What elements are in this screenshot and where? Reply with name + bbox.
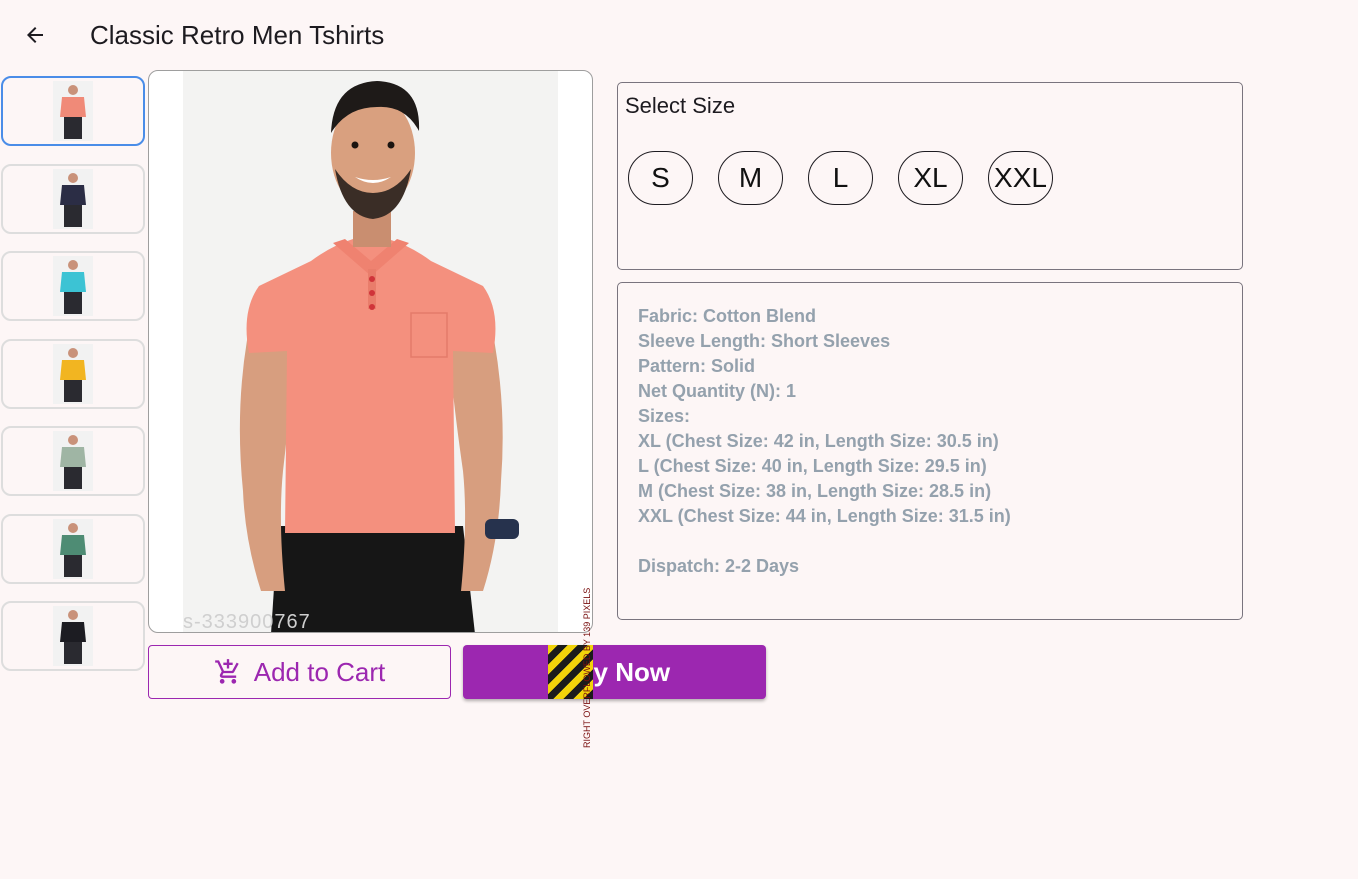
main-product-image: s-333900767 (148, 70, 593, 633)
app-bar: Classic Retro Men Tshirts (0, 0, 1358, 70)
add-to-cart-label: Add to Cart (253, 656, 386, 687)
size-selector-title: Select Size (625, 93, 736, 118)
back-button[interactable] (14, 14, 56, 56)
product-description: Fabric: Cotton Blend Sleeve Length: Shor… (638, 304, 1011, 579)
thumbnail-sage-polo[interactable] (1, 426, 145, 496)
thumbnail-image (53, 168, 93, 229)
thumbnail-mustard-polo[interactable] (1, 338, 145, 409)
size-chip-m[interactable]: M (718, 151, 783, 205)
thumbnail-image (53, 343, 93, 404)
thumbnail-image (53, 256, 93, 316)
description-line: Sleeve Length: Short Sleeves (638, 331, 891, 351)
description-line: Sizes: (638, 406, 691, 426)
description-line: Fabric: Cotton Blend (638, 306, 816, 326)
product-photo (183, 71, 558, 632)
description-line: M (Chest Size: 38 in, Length Size: 28.5 … (638, 481, 992, 501)
description-line (638, 529, 1011, 554)
thumbnail-navy-polo[interactable] (1, 163, 145, 234)
image-watermark: s-333900767 (183, 611, 311, 633)
description-line: Dispatch: 2-2 Days (638, 556, 800, 576)
thumbnail-black-polo[interactable] (1, 601, 145, 671)
overflow-warning-text: RIGHT OVERFLOWED BY 139 PIXELS (582, 587, 592, 748)
product-description-card: Fabric: Cotton Blend Sleeve Length: Shor… (617, 282, 1243, 620)
description-line: XXL (Chest Size: 44 in, Length Size: 31.… (638, 506, 1011, 526)
size-selector-card: Select Size S M L XL XXL (617, 82, 1243, 270)
size-chip-l[interactable]: L (808, 151, 873, 205)
description-line: XL (Chest Size: 42 in, Length Size: 30.5… (638, 431, 999, 451)
size-chip-xl[interactable]: XL (898, 151, 963, 205)
arrow-back-icon (27, 27, 43, 43)
thumbnail-turquoise-polo[interactable] (1, 251, 145, 321)
buy-now-button[interactable]: Buy Now (463, 645, 766, 699)
thumbnail-image (53, 518, 93, 579)
size-chip-xxl[interactable]: XXL (988, 151, 1053, 205)
model-figure (183, 71, 558, 632)
thumbnail-image (53, 431, 93, 491)
thumbnail-coral-polo[interactable] (1, 76, 145, 146)
page-title: Classic Retro Men Tshirts (90, 20, 385, 50)
description-line: Net Quantity (N): 1 (638, 381, 797, 401)
thumbnail-green-polo[interactable] (1, 513, 145, 584)
size-chip-s[interactable]: S (628, 151, 693, 205)
add-shopping-cart-icon (214, 659, 239, 684)
description-line: Pattern: Solid (638, 356, 756, 376)
add-to-cart-button[interactable]: Add to Cart (148, 645, 451, 699)
description-line: L (Chest Size: 40 in, Length Size: 29.5 … (638, 456, 987, 476)
thumbnail-image (53, 81, 93, 141)
thumbnail-image (53, 606, 93, 666)
